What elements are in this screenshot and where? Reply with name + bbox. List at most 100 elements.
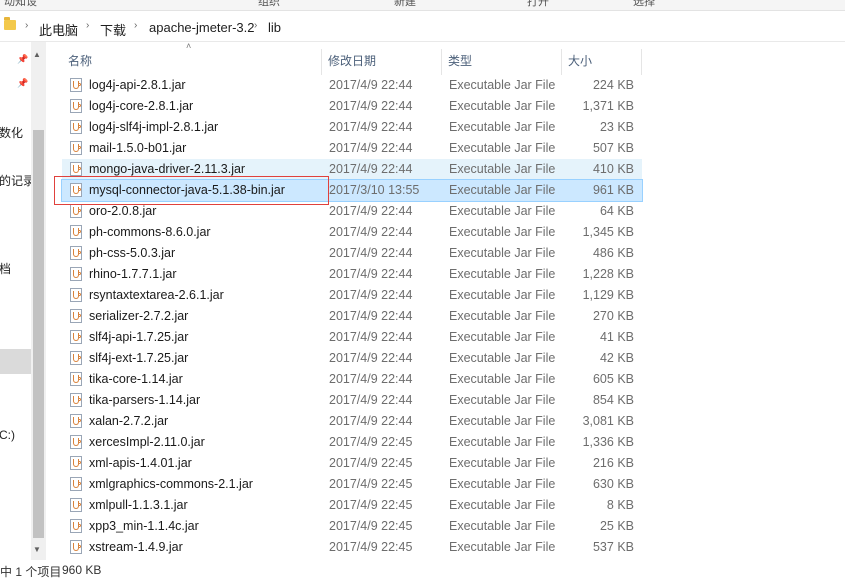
file-type: Executable Jar File (449, 120, 556, 134)
file-date: 2017/4/9 22:44 (329, 351, 413, 365)
file-row[interactable]: xml-apis-1.4.01.jar 2017/4/9 22:45 Execu… (62, 453, 642, 474)
file-row[interactable]: xercesImpl-2.11.0.jar 2017/4/9 22:45 Exe… (62, 432, 642, 453)
file-row[interactable]: tika-parsers-1.14.jar 2017/4/9 22:44 Exe… (62, 390, 642, 411)
file-name: oro-2.0.8.jar (89, 204, 157, 218)
pin-icon[interactable]: 📌 (17, 78, 28, 88)
navigation-pane[interactable]: 📌 📌 数化 的记录 档 C:) (0, 42, 31, 562)
status-selection: 中 1 个项目 (0, 565, 62, 579)
nav-item[interactable]: 档 (0, 260, 11, 277)
file-size: 537 KB (592, 540, 634, 554)
file-date: 2017/4/9 22:44 (329, 246, 413, 260)
column-header: 名称 修改日期 类型 大小 (62, 49, 642, 75)
file-row[interactable]: tika-core-1.14.jar 2017/4/9 22:44 Execut… (62, 369, 642, 390)
java-jar-icon (70, 372, 82, 386)
column-size[interactable]: 大小 (562, 49, 642, 75)
file-row[interactable]: log4j-api-2.8.1.jar 2017/4/9 22:44 Execu… (62, 75, 642, 96)
java-jar-icon (70, 330, 82, 344)
file-type: Executable Jar File (449, 78, 556, 92)
java-jar-icon (70, 351, 82, 365)
file-size: 3,081 KB (582, 414, 634, 428)
file-name: log4j-api-2.8.1.jar (89, 78, 186, 92)
ribbon-label[interactable]: 新建 (394, 0, 416, 9)
java-jar-icon (70, 162, 82, 176)
breadcrumb-lib[interactable]: lib (268, 20, 281, 35)
pin-icon[interactable]: 📌 (17, 54, 28, 64)
file-name: mongo-java-driver-2.11.3.jar (89, 162, 246, 176)
java-jar-icon (70, 477, 82, 491)
file-size: 1,345 KB (582, 225, 634, 239)
breadcrumb-jmeter[interactable]: apache-jmeter-3.2 (149, 20, 255, 35)
file-date: 2017/4/9 22:45 (329, 456, 413, 470)
scrollbar-thumb[interactable] (33, 130, 44, 538)
chevron-right-icon[interactable]: › (134, 20, 137, 31)
column-name[interactable]: 名称 (62, 49, 322, 75)
ribbon-label[interactable]: 选择 (633, 0, 655, 9)
file-row[interactable]: serializer-2.7.2.jar 2017/4/9 22:44 Exec… (62, 306, 642, 327)
chevron-right-icon[interactable]: › (86, 20, 89, 31)
file-row[interactable]: oro-2.0.8.jar 2017/4/9 22:44 Executable … (62, 201, 642, 222)
file-size: 8 KB (606, 498, 634, 512)
address-bar[interactable]: › 此电脑 › 下载 › apache-jmeter-3.2 › lib (0, 14, 845, 41)
nav-item[interactable]: C:) (0, 428, 15, 442)
file-type: Executable Jar File (449, 435, 556, 449)
file-name: slf4j-api-1.7.25.jar (89, 330, 189, 344)
file-type: Executable Jar File (449, 267, 556, 281)
file-date: 2017/4/9 22:44 (329, 330, 413, 344)
file-row[interactable]: xpp3_min-1.1.4c.jar 2017/4/9 22:45 Execu… (62, 516, 642, 537)
file-date: 2017/4/9 22:45 (329, 477, 413, 491)
file-row[interactable]: xstream-1.4.9.jar 2017/4/9 22:45 Executa… (62, 537, 642, 558)
java-jar-icon (70, 540, 82, 554)
file-row[interactable]: slf4j-api-1.7.25.jar 2017/4/9 22:44 Exec… (62, 327, 642, 348)
nav-item[interactable]: 数化 (0, 124, 23, 141)
file-date: 2017/4/9 22:44 (329, 288, 413, 302)
java-jar-icon (70, 183, 82, 197)
breadcrumb-this-pc[interactable]: 此电脑 (39, 20, 78, 39)
ribbon-label[interactable]: 动知设 (4, 0, 37, 9)
file-type: Executable Jar File (449, 225, 556, 239)
java-jar-icon (70, 267, 82, 281)
java-jar-icon (70, 99, 82, 113)
file-row[interactable]: ph-commons-8.6.0.jar 2017/4/9 22:44 Exec… (62, 222, 642, 243)
file-row[interactable]: log4j-core-2.8.1.jar 2017/4/9 22:44 Exec… (62, 96, 642, 117)
column-name-label: 名称 (68, 54, 93, 68)
file-row[interactable]: rhino-1.7.7.1.jar 2017/4/9 22:44 Executa… (62, 264, 642, 285)
ribbon-label[interactable]: 组织 (258, 0, 280, 9)
file-row[interactable]: ph-css-5.0.3.jar 2017/4/9 22:44 Executab… (62, 243, 642, 264)
file-row[interactable]: xmlpull-1.1.3.1.jar 2017/4/9 22:45 Execu… (62, 495, 642, 516)
file-row[interactable]: log4j-slf4j-impl-2.8.1.jar 2017/4/9 22:4… (62, 117, 642, 138)
file-row[interactable]: rsyntaxtextarea-2.6.1.jar 2017/4/9 22:44… (62, 285, 642, 306)
file-size: 486 KB (592, 246, 634, 260)
file-type: Executable Jar File (449, 519, 556, 533)
file-name: mail-1.5.0-b01.jar (89, 141, 187, 155)
ribbon-label[interactable]: 打开 (527, 0, 549, 9)
file-size: 1,129 KB (582, 288, 634, 302)
nav-item-selected[interactable] (0, 349, 31, 374)
file-date: 2017/4/9 22:45 (329, 498, 413, 512)
ribbon-divider (0, 10, 845, 11)
file-name: xalan-2.7.2.jar (89, 414, 169, 428)
scroll-down-icon[interactable]: ▼ (33, 545, 41, 554)
file-size: 507 KB (592, 141, 634, 155)
file-size: 605 KB (592, 372, 634, 386)
nav-scrollbar[interactable]: ▲ ▼ (31, 42, 46, 560)
file-row[interactable]: xmlgraphics-commons-2.1.jar 2017/4/9 22:… (62, 474, 642, 495)
column-date[interactable]: 修改日期 (322, 49, 442, 75)
file-size: 270 KB (592, 309, 634, 323)
chevron-right-icon[interactable]: › (25, 20, 28, 31)
file-type: Executable Jar File (449, 162, 556, 176)
chevron-right-icon[interactable]: › (254, 20, 257, 31)
file-row[interactable]: mongo-java-driver-2.11.3.jar 2017/4/9 22… (62, 159, 642, 180)
file-row[interactable]: xalan-2.7.2.jar 2017/4/9 22:44 Executabl… (62, 411, 642, 432)
file-row[interactable]: slf4j-ext-1.7.25.jar 2017/4/9 22:44 Exec… (62, 348, 642, 369)
file-date: 2017/4/9 22:45 (329, 519, 413, 533)
file-row[interactable]: mail-1.5.0-b01.jar 2017/4/9 22:44 Execut… (62, 138, 642, 159)
breadcrumb-downloads[interactable]: 下载 (100, 20, 126, 39)
file-size: 1,228 KB (582, 267, 634, 281)
file-date: 2017/4/9 22:45 (329, 435, 413, 449)
nav-item[interactable]: 的记录 (0, 172, 31, 189)
column-type[interactable]: 类型 (442, 49, 562, 75)
file-size: 23 KB (599, 120, 634, 134)
file-size: 42 KB (599, 351, 634, 365)
scroll-up-icon[interactable]: ▲ (33, 50, 41, 59)
file-row-selected[interactable]: mysql-connector-java-5.1.38-bin.jar 2017… (61, 179, 643, 202)
